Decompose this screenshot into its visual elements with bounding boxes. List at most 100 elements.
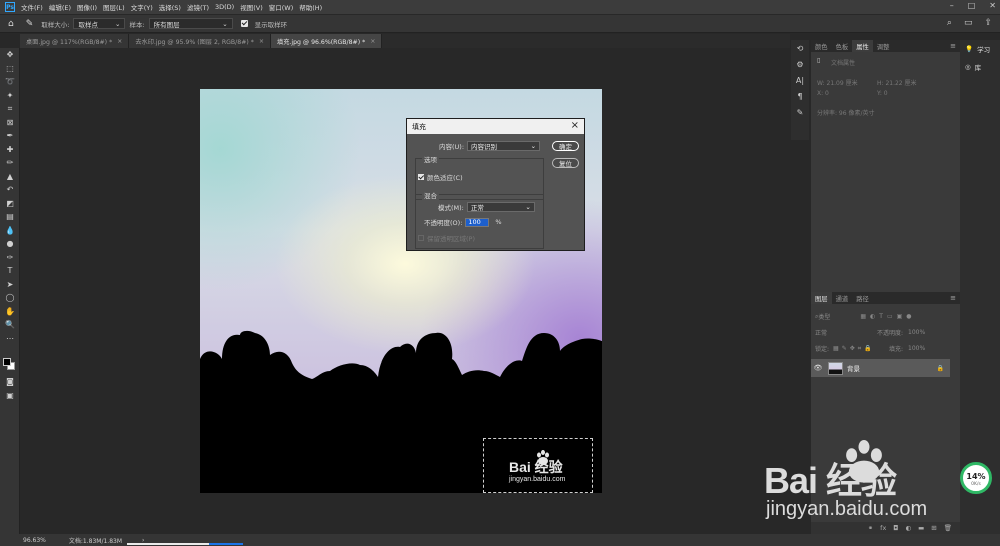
network-speed-widget[interactable]: 14% 0K/s bbox=[960, 462, 992, 494]
history-brush-icon[interactable]: ↶ bbox=[0, 183, 20, 197]
tab-color[interactable]: 颜色 bbox=[811, 40, 832, 52]
tab-remove-watermark[interactable]: 去水印.jpg @ 95.9% (图层 2, RGB/8#) * × bbox=[129, 34, 272, 48]
show-ring-checkbox[interactable] bbox=[240, 20, 248, 27]
tab-layers[interactable]: 图层 bbox=[811, 292, 832, 304]
progress-fill bbox=[209, 543, 243, 545]
character-icon[interactable]: A| bbox=[791, 72, 809, 88]
mode-select[interactable]: 正常 ⌄ bbox=[466, 202, 535, 212]
close-icon[interactable]: × bbox=[370, 38, 375, 45]
magic-wand-icon[interactable]: ✦ bbox=[0, 89, 20, 103]
color-adapt-checkbox[interactable] bbox=[418, 174, 424, 180]
pen-tool-icon[interactable]: ✑ bbox=[0, 251, 20, 265]
lock-controls[interactable]: 锁定: ▦✎✥⌗🔒 bbox=[815, 344, 875, 354]
type-tool-icon[interactable]: T bbox=[0, 264, 20, 278]
share-icon[interactable]: ⇪ bbox=[984, 18, 992, 28]
eyedropper-icon[interactable]: ✎ bbox=[26, 19, 34, 29]
filter-type-label: 类型 bbox=[818, 314, 831, 321]
lasso-tool-icon[interactable]: ➰ bbox=[0, 75, 20, 89]
sample-label: 样本: bbox=[129, 20, 145, 29]
layer-fill[interactable]: 填充: 100% bbox=[889, 344, 925, 353]
tool-presets-icon[interactable]: ✎ bbox=[791, 104, 809, 120]
history-icon[interactable]: ⟲ bbox=[791, 40, 809, 56]
preserve-transparency-checkbox[interactable] bbox=[418, 235, 424, 241]
close-icon[interactable]: × bbox=[571, 120, 579, 131]
zoom-level[interactable]: 96.63% bbox=[23, 537, 46, 544]
menu-type[interactable]: 文字(Y) bbox=[131, 2, 153, 12]
tab-properties[interactable]: 属性 bbox=[852, 40, 873, 52]
menu-window[interactable]: 窗口(W) bbox=[269, 2, 294, 12]
tab-adjustments[interactable]: 调整 bbox=[873, 40, 894, 52]
layer-filter[interactable]: ⌕ 类型 ▦◐T▭▣● bbox=[815, 312, 916, 322]
tab-channels[interactable]: 通道 bbox=[832, 292, 853, 304]
reset-button[interactable]: 复位 bbox=[552, 158, 579, 168]
frame-tool-icon[interactable]: ⊠ bbox=[0, 116, 20, 130]
healing-brush-icon[interactable]: ✚ bbox=[0, 143, 20, 157]
adjust-icon[interactable]: ⚙ bbox=[791, 56, 809, 72]
dialog-title-bar[interactable]: 填充 × bbox=[407, 119, 584, 134]
zoom-tool-icon[interactable]: 🔍 bbox=[0, 318, 20, 332]
menu-select[interactable]: 选择(S) bbox=[159, 2, 181, 12]
menu-filter[interactable]: 滤镜(T) bbox=[187, 2, 209, 12]
blur-tool-icon[interactable]: 💧 bbox=[0, 224, 20, 238]
panel-menu-icon[interactable]: ≡ bbox=[950, 294, 956, 302]
move-tool-icon[interactable]: ✥ bbox=[0, 48, 20, 62]
fill-label: 填充: bbox=[889, 346, 904, 353]
shape-tool-icon[interactable]: ◯ bbox=[0, 291, 20, 305]
baidu-watermark-overlay: Bai 经验 jingyan.baidu.com bbox=[764, 440, 954, 530]
tab-swatches[interactable]: 色板 bbox=[832, 40, 853, 52]
ok-button[interactable]: 确定 bbox=[552, 141, 579, 151]
menu-help[interactable]: 帮助(H) bbox=[299, 2, 322, 12]
search-icon[interactable]: ⌕ bbox=[947, 18, 952, 28]
path-select-icon[interactable]: ➤ bbox=[0, 278, 20, 292]
eraser-tool-icon[interactable]: ◩ bbox=[0, 197, 20, 211]
minimize-icon[interactable]: – bbox=[950, 1, 954, 10]
progress-bar bbox=[127, 543, 243, 545]
x-value: X: 0 bbox=[817, 90, 829, 97]
library-button[interactable]: ◎ 库 bbox=[960, 58, 1000, 76]
menu-file[interactable]: 文件(F) bbox=[21, 2, 43, 12]
dodge-tool-icon[interactable]: ● bbox=[0, 237, 20, 251]
workspace-icon[interactable]: ▭ bbox=[964, 18, 973, 28]
close-icon[interactable]: × bbox=[117, 38, 122, 45]
hand-tool-icon[interactable]: ✋ bbox=[0, 305, 20, 319]
blend-mode-select[interactable]: 正常 bbox=[815, 328, 827, 337]
document-size: 文档:1.83M/1.83M bbox=[68, 537, 123, 545]
eye-icon[interactable]: 👁 bbox=[811, 364, 825, 372]
more-tools-icon[interactable]: ⋯ bbox=[0, 332, 20, 346]
menu-layer[interactable]: 图层(L) bbox=[103, 2, 125, 12]
photoshop-logo[interactable]: Ps bbox=[5, 2, 15, 12]
gradient-tool-icon[interactable]: ▤ bbox=[0, 210, 20, 224]
crop-tool-icon[interactable]: ⌗ bbox=[0, 102, 20, 116]
sample-size-select[interactable]: 取样点 ⌄ bbox=[73, 18, 126, 29]
panel-menu-icon[interactable]: ≡ bbox=[950, 42, 956, 50]
watermark-selection[interactable]: Bai 经验 jingyan.baidu.com bbox=[483, 438, 593, 493]
menu-edit[interactable]: 编辑(E) bbox=[49, 2, 71, 12]
layer-name: 背景 bbox=[847, 365, 860, 373]
paragraph-icon[interactable]: ¶ bbox=[791, 88, 809, 104]
close-icon[interactable]: ✕ bbox=[989, 1, 996, 10]
maximize-icon[interactable]: □ bbox=[968, 1, 976, 10]
home-icon[interactable]: ⌂ bbox=[8, 19, 14, 29]
tab-fill[interactable]: 填充.jpg @ 96.6%(RGB/8#) * × bbox=[271, 34, 383, 48]
brush-tool-icon[interactable]: ✏ bbox=[0, 156, 20, 170]
close-icon[interactable]: × bbox=[259, 38, 264, 45]
learn-button[interactable]: 💡 学习 bbox=[960, 40, 1000, 58]
menu-image[interactable]: 图像(I) bbox=[77, 2, 97, 12]
marquee-tool-icon[interactable]: ⬚ bbox=[0, 62, 20, 76]
opacity-input[interactable]: 100 bbox=[465, 217, 490, 227]
speed-percent: 14% bbox=[966, 472, 986, 481]
layer-row-background[interactable]: 👁 背景 🔒 bbox=[811, 359, 950, 377]
stamp-tool-icon[interactable]: ▲ bbox=[0, 170, 20, 184]
tab-desktop[interactable]: 桌面.jpg @ 117%(RGB/8#) * × bbox=[20, 34, 130, 48]
eyedropper-tool-icon[interactable]: ✒ bbox=[0, 129, 20, 143]
doc-properties-label: 文档属性 bbox=[831, 60, 856, 67]
menu-3d[interactable]: 3D(D) bbox=[215, 3, 234, 11]
layer-opacity[interactable]: 不透明度: 100% bbox=[877, 328, 925, 337]
menu-view[interactable]: 视图(V) bbox=[240, 2, 263, 12]
foreground-color-swatch[interactable] bbox=[3, 358, 11, 366]
content-select[interactable]: 内容识别 ⌄ bbox=[467, 141, 541, 151]
tab-paths[interactable]: 路径 bbox=[852, 292, 873, 304]
sample-select[interactable]: 所有图层 ⌄ bbox=[148, 18, 233, 29]
screen-mode-icon[interactable]: ▣ bbox=[0, 389, 20, 403]
quick-mask-icon[interactable]: ◙ bbox=[0, 375, 20, 389]
